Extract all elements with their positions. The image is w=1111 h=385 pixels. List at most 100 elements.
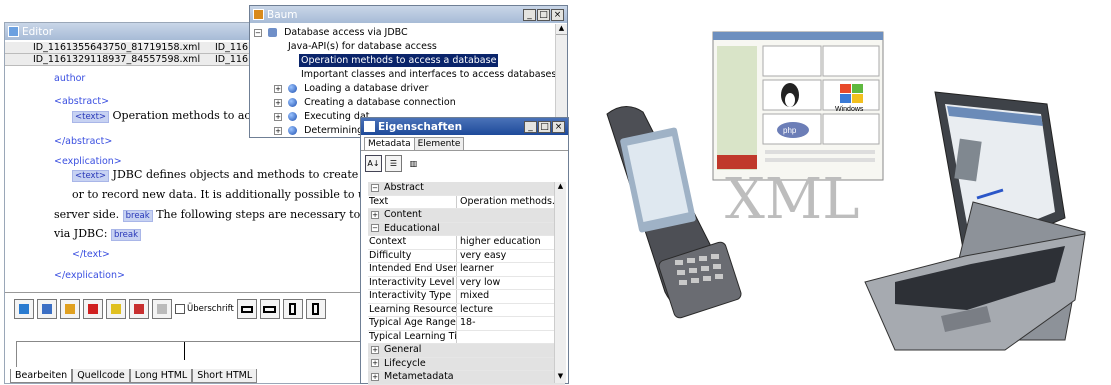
expand-icon[interactable]: + <box>274 98 282 107</box>
book-icon <box>268 28 278 37</box>
expand-icon[interactable]: + <box>371 372 379 381</box>
collapse-icon[interactable]: − <box>254 28 262 37</box>
lower-editor-pane[interactable] <box>16 341 361 367</box>
expand-icon[interactable]: + <box>371 345 379 354</box>
tab-bearbeiten[interactable]: Bearbeiten <box>10 369 73 383</box>
maximize-button[interactable]: □ <box>537 8 550 21</box>
delete-cell-icon[interactable] <box>129 299 149 319</box>
webpage-screenshot: Windows php <box>712 31 884 181</box>
tree-item-selected[interactable]: Operation methods to access a database <box>299 54 499 67</box>
tab-elemente[interactable]: Elemente <box>414 137 465 150</box>
maximize-button[interactable]: □ <box>538 120 551 133</box>
tab-long-html[interactable]: Long HTML <box>129 369 193 383</box>
tab-short-html[interactable]: Short HTML <box>192 369 258 383</box>
property-name: Intended End User... <box>369 263 457 276</box>
property-category[interactable]: + Metametadata <box>368 371 565 385</box>
sort-az-icon[interactable]: A↓ <box>365 155 382 172</box>
property-row[interactable]: Typical Learning Time <box>368 330 565 344</box>
property-value[interactable]: Operation methods... <box>457 196 561 209</box>
property-value[interactable] <box>457 331 460 344</box>
tab-metadata[interactable]: Metadata <box>364 137 415 150</box>
text-tag: <text> <box>72 111 110 123</box>
property-category[interactable]: + Lifecycle <box>368 357 565 371</box>
property-row[interactable]: Typical Age Range 18- <box>368 317 565 331</box>
properties-toolbar: A↓ ☰ ▥ <box>361 151 568 175</box>
property-row[interactable]: Learning Resource ...lecture <box>368 303 565 317</box>
properties-app-icon <box>364 121 375 132</box>
paragraph-line-3: server side. break The following steps a… <box>54 208 397 222</box>
property-category[interactable]: − Educational <box>368 222 565 236</box>
layout-tall-split-icon[interactable] <box>305 299 326 319</box>
tree-item[interactable]: + Creating a database connection <box>274 96 456 109</box>
property-name: Interactivity Level <box>368 276 457 289</box>
scroll-up-icon[interactable]: ▲ <box>555 182 566 193</box>
close-button[interactable]: × <box>552 120 565 133</box>
property-value[interactable]: lecture <box>457 304 493 317</box>
property-category[interactable]: + General <box>368 344 565 358</box>
property-value[interactable]: 18- <box>457 317 476 330</box>
tree-item[interactable]: Java-API(s) for database access <box>288 40 437 53</box>
property-value[interactable]: higher education <box>457 236 541 249</box>
collapse-icon[interactable]: − <box>371 183 379 192</box>
layout-split-icon[interactable] <box>259 299 280 319</box>
expand-icon[interactable]: + <box>274 84 282 93</box>
tree-item[interactable]: Important classes and interfaces to acce… <box>301 68 556 81</box>
tree-titlebar[interactable]: Baum _ □ × <box>250 6 567 23</box>
property-row[interactable]: Intended End User... learner <box>368 263 565 277</box>
tree-title: Baum <box>267 8 298 21</box>
insert-column-icon[interactable] <box>60 299 80 319</box>
tab-quellcode[interactable]: Quellcode <box>72 369 130 383</box>
collapse-icon[interactable]: − <box>371 224 379 232</box>
property-value[interactable]: very easy <box>457 250 506 263</box>
scroll-up-icon[interactable]: ▲ <box>556 24 567 35</box>
insert-cell-icon[interactable] <box>106 299 126 319</box>
property-name: Learning Resource ... <box>369 303 457 316</box>
heading-checkbox[interactable]: Überschrift <box>175 304 234 314</box>
properties-titlebar[interactable]: Eigenschaften _ □ × <box>361 118 568 135</box>
property-row[interactable]: Context higher education <box>368 236 565 250</box>
property-name: Text <box>368 195 457 208</box>
expand-icon[interactable]: + <box>371 210 379 219</box>
minimize-button[interactable]: _ <box>523 8 536 21</box>
author-tag: author <box>54 73 86 84</box>
property-value[interactable]: learner <box>457 263 494 276</box>
insert-row-icon[interactable] <box>37 299 57 319</box>
minimize-button[interactable]: _ <box>524 120 537 133</box>
layout-tall-icon[interactable] <box>282 299 303 319</box>
explication-close-tag: </explication> <box>54 270 125 281</box>
close-button[interactable]: × <box>551 8 564 21</box>
editor-app-icon <box>8 26 19 37</box>
delete-row-icon[interactable] <box>83 299 103 319</box>
tree-root[interactable]: − Database access via JDBC <box>254 26 408 39</box>
property-row[interactable]: Text Operation methods... <box>368 195 565 209</box>
property-value[interactable]: very low <box>457 277 500 290</box>
insert-table-icon[interactable] <box>14 299 34 319</box>
node-icon <box>288 126 298 135</box>
scroll-down-icon[interactable]: ▼ <box>555 372 566 383</box>
expand-icon[interactable]: + <box>274 126 282 135</box>
property-row[interactable]: Interactivity Level very low <box>368 276 565 290</box>
categorized-icon[interactable]: ☰ <box>385 155 402 172</box>
property-category[interactable]: + Content <box>368 209 565 223</box>
properties-scrollbar[interactable]: ▲ ▼ <box>554 182 566 383</box>
abstract-open-tag: <abstract> <box>54 96 110 107</box>
layout-wide-icon[interactable] <box>236 299 257 319</box>
tree-item[interactable]: + Loading a database driver <box>274 82 428 95</box>
tree-item[interactable]: + Determining q <box>274 124 372 137</box>
property-category[interactable]: − Abstract <box>368 182 565 196</box>
format-toolbar: Überschrift <box>14 296 326 322</box>
property-pages-icon[interactable]: ▥ <box>405 155 422 172</box>
category-label: + Lifecycle <box>371 357 426 369</box>
properties-icon[interactable] <box>152 299 172 319</box>
property-value[interactable]: mixed <box>457 290 489 303</box>
expand-icon[interactable]: + <box>274 112 282 121</box>
checkbox-box[interactable] <box>175 304 185 314</box>
node-icon <box>288 98 298 107</box>
property-row[interactable]: Interactivity Type mixed <box>368 290 565 304</box>
property-row[interactable]: Difficulty very easy <box>368 249 565 263</box>
expand-icon[interactable]: + <box>371 359 379 367</box>
editor-view-tabs: Bearbeiten Quellcode Long HTML Short HTM… <box>10 369 258 383</box>
abstract-close-tag: </abstract> <box>54 136 113 147</box>
tree-item[interactable]: + Executing dat <box>274 110 370 123</box>
laptop-image <box>864 91 1086 351</box>
